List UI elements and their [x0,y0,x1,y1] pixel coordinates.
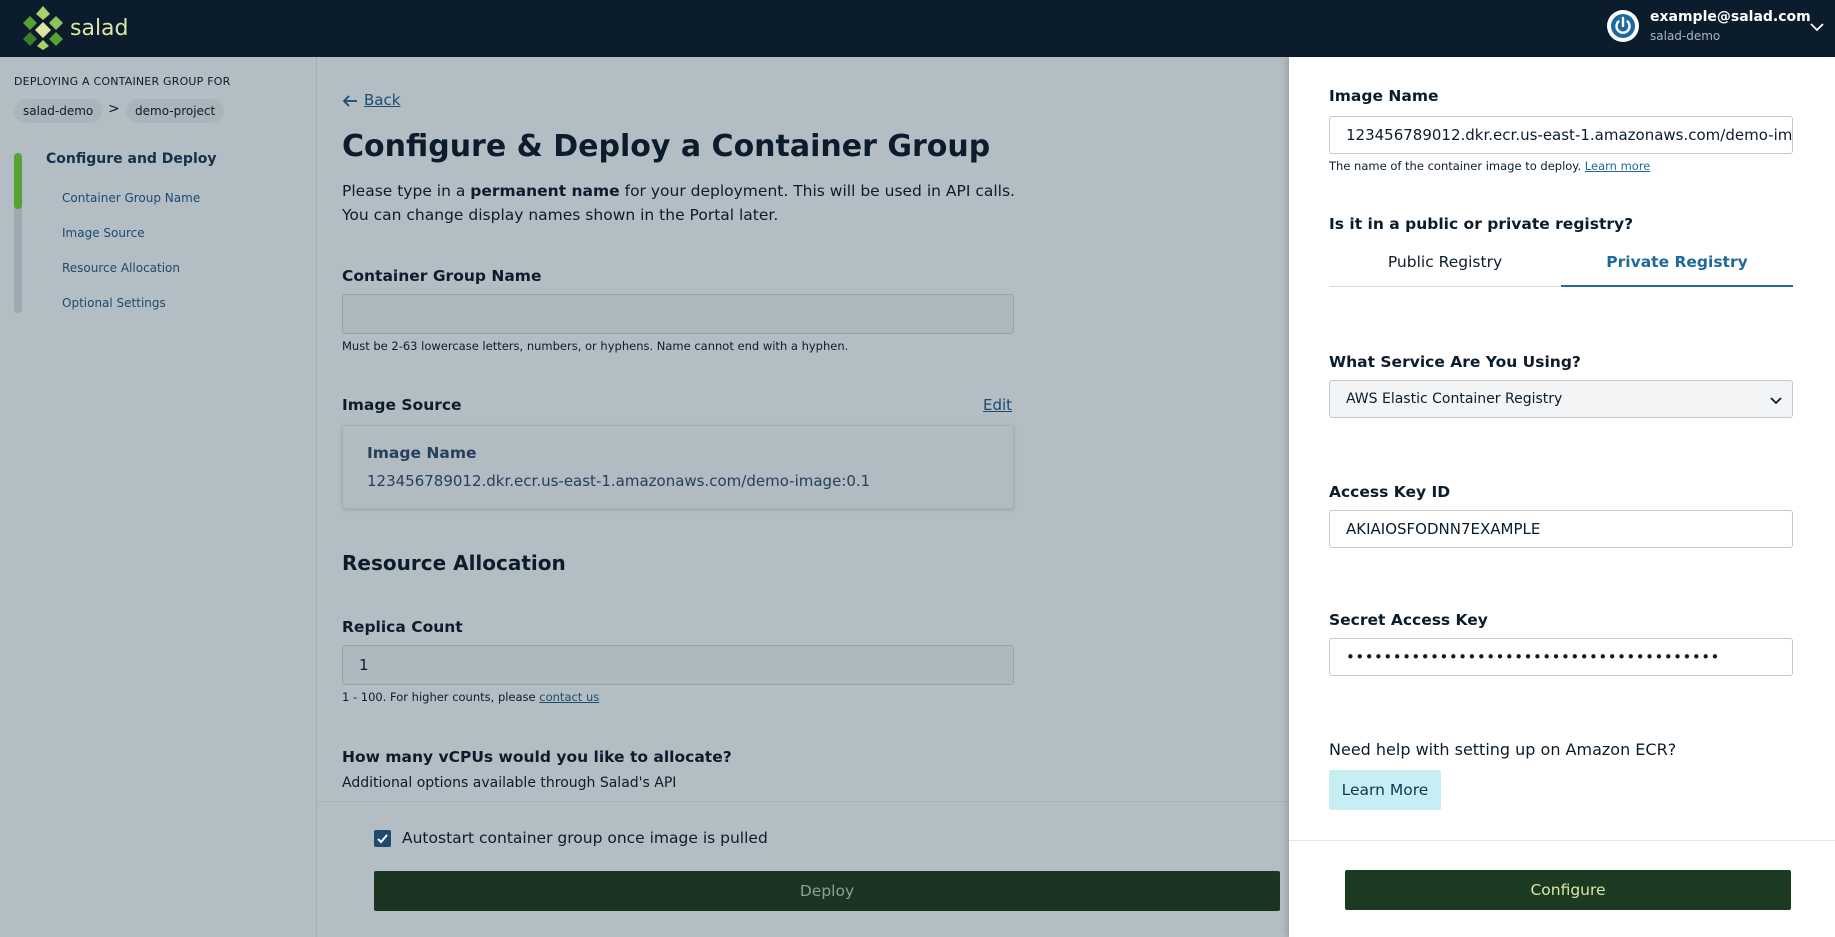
configure-button[interactable]: Configure [1345,870,1791,910]
chevron-down-icon[interactable] [1808,18,1826,36]
learn-more-link[interactable]: Learn more [1585,159,1651,173]
replica-help-text: 1 - 100. For higher counts, please [342,690,540,704]
replica-count-help: 1 - 100. For higher counts, please conta… [342,690,599,704]
deploy-footer: Autostart container group once image is … [318,801,1288,937]
replica-count-label: Replica Count [342,618,463,636]
image-source-label: Image Source [342,396,462,414]
service-label: What Service Are You Using? [1329,353,1581,371]
intro-text: Please type in a permanent name for your… [342,179,1032,227]
step-resource-allocation[interactable]: Resource Allocation [62,261,180,275]
breadcrumb-org[interactable]: salad-demo [14,99,103,123]
drawer-image-name-input[interactable]: 123456789012.dkr.ecr.us-east-1.amazonaws… [1329,116,1793,154]
image-name-label: Image Name [367,444,477,462]
container-group-name-help: Must be 2-63 lowercase letters, numbers,… [342,339,849,353]
brand-name: salad [70,16,129,41]
edit-image-source-link[interactable]: Edit [983,396,1012,414]
registry-question: Is it in a public or private registry? [1329,215,1634,233]
deploying-for-label: DEPLOYING A CONTAINER GROUP FOR [14,75,231,88]
intro-bold: permanent name [470,182,620,200]
access-key-input[interactable]: AKIAIOSFODNN7EXAMPLE [1329,510,1793,548]
check-icon [377,834,388,844]
main-content: Back Configure & Deploy a Container Grou… [318,57,1288,937]
chevron-down-icon [1770,397,1782,405]
service-select-value: AWS Elastic Container Registry [1346,391,1563,407]
back-link[interactable]: Back [364,91,400,109]
intro-pre: Please type in a [342,182,471,200]
container-group-name-input[interactable] [342,294,1014,334]
salad-logo-icon[interactable] [20,4,66,50]
replica-count-input[interactable]: 1 [342,645,1014,685]
help-question: Need help with setting up on Amazon ECR? [1329,740,1677,759]
sidebar: DEPLOYING A CONTAINER GROUP FOR salad-de… [0,57,317,937]
user-org: salad-demo [1650,29,1721,43]
image-name-value: 123456789012.dkr.ecr.us-east-1.amazonaws… [367,472,871,490]
step-optional-settings[interactable]: Optional Settings [62,296,166,310]
deploy-button[interactable]: Deploy [374,871,1280,911]
secret-key-input[interactable]: •••••••••••••••••••••••••••••••••••••••• [1329,638,1793,676]
contact-us-link[interactable]: contact us [539,690,599,704]
service-select[interactable]: AWS Elastic Container Registry [1329,380,1793,418]
autostart-checkbox[interactable] [374,830,391,847]
configure-drawer: Image Name 123456789012.dkr.ecr.us-east-… [1289,57,1835,937]
breadcrumb-separator: > [108,101,120,117]
tab-underline-active [1561,285,1793,287]
resource-allocation-title: Resource Allocation [342,551,566,575]
step-title[interactable]: Configure and Deploy [46,151,217,167]
container-group-name-label: Container Group Name [342,267,542,285]
learn-more-button[interactable]: Learn More [1329,770,1441,810]
page-title: Configure & Deploy a Container Group [342,129,991,164]
secret-key-label: Secret Access Key [1329,611,1488,629]
vcpu-subtext: Additional options available through Sal… [342,775,677,791]
image-source-card: Image Name 123456789012.dkr.ecr.us-east-… [342,425,1014,509]
image-name-help-text: The name of the container image to deplo… [1329,159,1582,173]
tab-underline-inactive [1329,286,1561,287]
top-bar: salad example@salad.com salad-demo [0,0,1835,57]
power-icon[interactable] [1607,10,1639,42]
drawer-footer-divider [1289,840,1835,841]
tab-public-registry[interactable]: Public Registry [1329,253,1561,279]
drawer-image-name-label: Image Name [1329,87,1439,105]
tab-private-registry[interactable]: Private Registry [1561,253,1793,279]
user-email[interactable]: example@salad.com [1650,9,1811,25]
autostart-label[interactable]: Autostart container group once image is … [402,829,768,847]
vcpu-question: How many vCPUs would you like to allocat… [342,748,732,766]
arrow-left-icon[interactable] [342,94,358,108]
breadcrumb-project[interactable]: demo-project [126,99,225,123]
drawer-image-name-help: The name of the container image to deplo… [1329,159,1650,173]
step-image-source[interactable]: Image Source [62,226,145,240]
steps-progress-fill [14,153,22,209]
step-container-group-name[interactable]: Container Group Name [62,191,200,205]
access-key-label: Access Key ID [1329,483,1451,501]
